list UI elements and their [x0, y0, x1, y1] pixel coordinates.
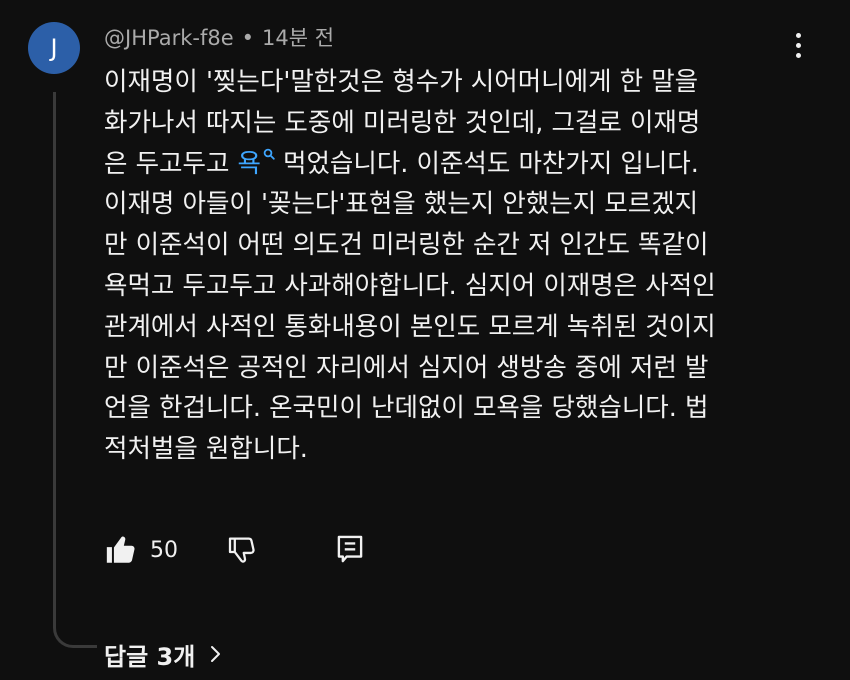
- comment-line: 욕먹고 두고두고 사과해야합니다. 심지어 이재명은 사적인: [104, 270, 716, 301]
- chevron-right-icon: [211, 646, 221, 662]
- comment-line: 이재명 아들이 '꽂는다'표현을 했는지 안했는지 모르겠지: [104, 189, 699, 220]
- comment-body: 이재명이 '찢는다'말한것은 형수가 시어머니에게 한 말을 화가나서 따지는 …: [104, 62, 794, 470]
- more-vert-icon[interactable]: [788, 30, 808, 64]
- search-suggestion-link[interactable]: 욕: [237, 148, 283, 179]
- thread-connector-line: [53, 92, 97, 648]
- dislike-button[interactable]: [226, 534, 258, 566]
- comment-line: 화가나서 따지는 도중에 미러링한 것인데, 그걸로 이재명: [104, 107, 701, 138]
- comment-line: 적처벌을 원합니다.: [104, 434, 308, 465]
- comment-line: 만 이준석이 어떤 의도건 미러링한 순간 저 인간도 똑같이: [104, 230, 709, 261]
- avatar-letter: J: [50, 34, 58, 62]
- comment-line: 만 이준석은 공적인 자리에서 심지어 생방송 중에 저런 발: [104, 352, 709, 383]
- search-icon: [263, 148, 275, 160]
- comment-header: @JHPark-f8e • 14분 전: [104, 24, 334, 52]
- author-handle[interactable]: @JHPark-f8e: [104, 26, 234, 50]
- separator-dot: •: [241, 26, 255, 50]
- comment-line: 언을 한겁니다. 온국민이 난데없이 모욕을 당했습니다. 법: [104, 393, 709, 424]
- search-term: 욕: [237, 148, 261, 179]
- comment-line: 은 두고두고 욕 먹었습니다. 이준석도 마찬가지 입니다.: [104, 144, 794, 185]
- like-count: 50: [150, 537, 178, 563]
- comment-line: 관계에서 사적인 통화내용이 본인도 모르게 녹취된 것이지: [104, 311, 716, 342]
- view-replies-button[interactable]: 답글 3개: [104, 636, 223, 672]
- reply-icon: [337, 535, 363, 563]
- comment-timestamp[interactable]: 14분 전: [262, 26, 334, 50]
- comment-thread: J @JHPark-f8e • 14분 전 이재명이 '찢는다'말한것은 형수가 시…: [0, 0, 850, 680]
- reply-button[interactable]: [334, 533, 366, 567]
- thumbs-up-icon: [106, 536, 135, 563]
- comment-actions: 50: [104, 530, 366, 570]
- comment-line-text: 먹었습니다. 이준석도 마찬가지 입니다.: [282, 148, 699, 179]
- like-button[interactable]: 50: [104, 533, 178, 567]
- thumbs-down-icon: [228, 537, 255, 563]
- comment-line-text: 은 두고두고: [104, 148, 238, 179]
- replies-label: 답글 3개: [104, 642, 196, 671]
- avatar[interactable]: J: [28, 22, 80, 74]
- comment-line: 이재명이 '찢는다'말한것은 형수가 시어머니에게 한 말을: [104, 67, 699, 97]
